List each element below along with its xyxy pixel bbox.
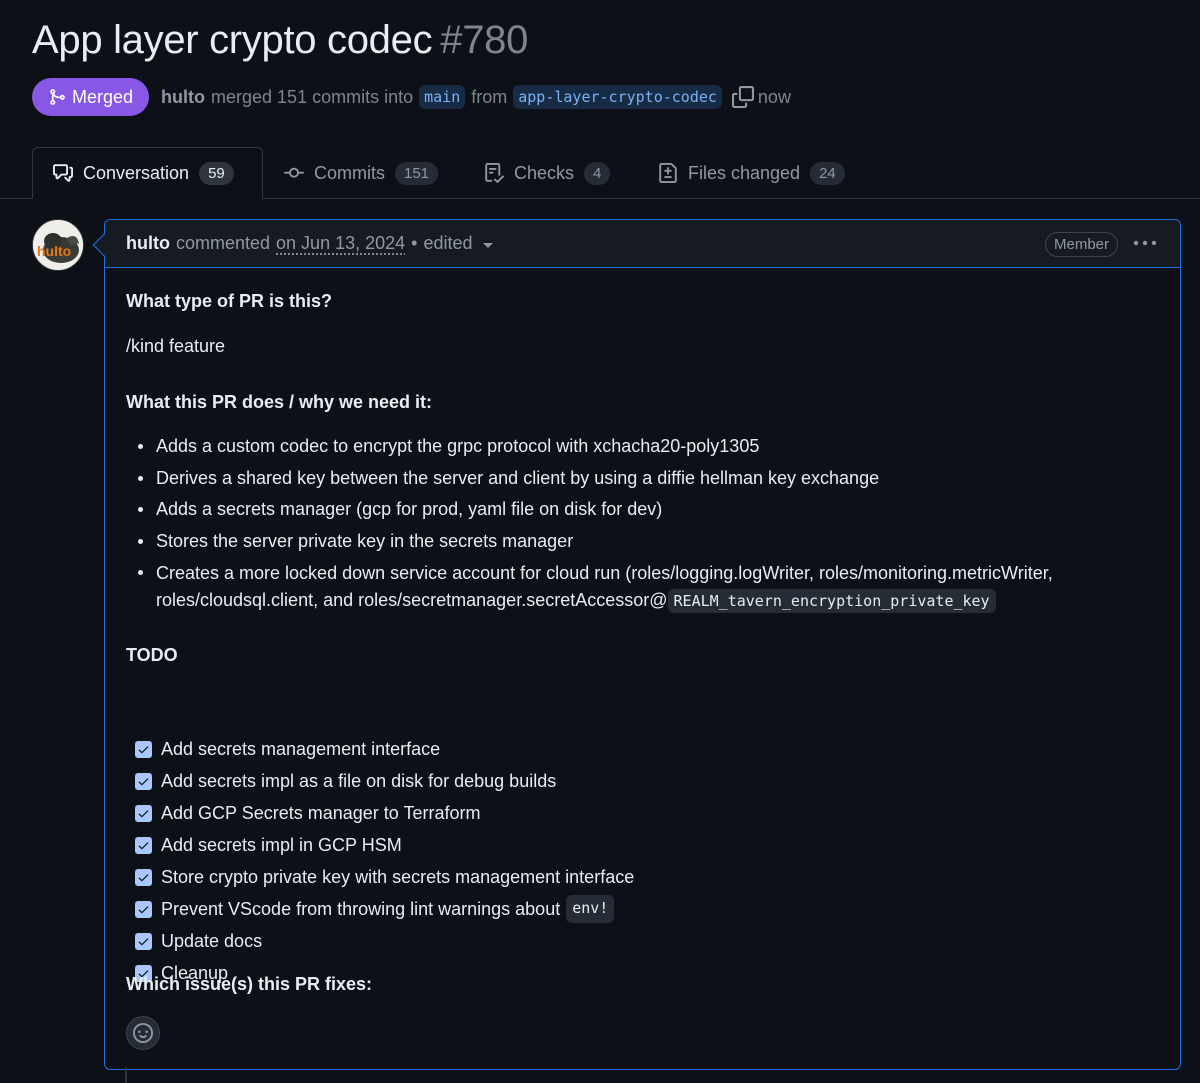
heading-issues-fixed: Which issue(s) this PR fixes: (126, 974, 373, 994)
timeline-line (125, 1067, 127, 1083)
todo-text: Prevent VScode from throwing lint warnin… (161, 898, 561, 919)
head-branch[interactable]: app-layer-crypto-codec (513, 85, 722, 109)
todo-list-items: Add secrets management interface Add sec… (126, 733, 634, 989)
git-merge-icon (50, 89, 65, 105)
tab-files-changed[interactable]: Files changed 24 (658, 147, 845, 199)
comment-box: hulto commented on Jun 13, 2024 • edited… (104, 219, 1181, 1070)
tab-files-changed-label: Files changed (688, 162, 801, 183)
smiley-icon (133, 1023, 153, 1043)
heading-todo: TODO (126, 645, 178, 665)
inline-code: env! (566, 895, 615, 923)
kind-text: /kind feature (126, 336, 226, 356)
todo-item: Add secrets impl as a file on disk for d… (126, 765, 634, 797)
task-checkbox[interactable] (135, 900, 152, 918)
todo-item: Prevent VScode from throwing lint warnin… (126, 893, 634, 925)
tab-commits[interactable]: Commits 151 (284, 147, 439, 199)
tab-files-changed-count: 24 (810, 161, 845, 185)
separator-dot: • (411, 233, 418, 253)
edited-label[interactable]: edited (423, 233, 472, 254)
tab-conversation-count: 59 (199, 161, 234, 185)
check-icon (138, 809, 149, 817)
list-item-text: roles/cloudsql.client, and roles/secretm… (156, 590, 668, 610)
todo-text: Store crypto private key with secrets ma… (161, 866, 635, 887)
task-checkbox[interactable] (135, 772, 152, 790)
todo-item: Add secrets impl in GCP HSM (126, 829, 634, 861)
list-item-text: Creates a more locked down service accou… (156, 563, 1053, 583)
pr-tabs: Conversation 59 Commits 151 Checks 4 Fil… (0, 147, 1200, 199)
todo-item: Add secrets management interface (126, 733, 634, 765)
list-item: Creates a more locked down service accou… (126, 559, 1136, 615)
inline-code: REALM_tavern_encryption_private_key (667, 589, 996, 613)
comment-author[interactable]: hulto (126, 233, 170, 254)
todo-item: Update docs (126, 925, 634, 957)
tab-checks[interactable]: Checks 4 (484, 147, 611, 199)
from-text: from (471, 86, 508, 107)
tab-checks-label: Checks (514, 162, 575, 183)
check-icon (138, 937, 149, 945)
task-checkbox[interactable] (135, 804, 152, 822)
checklist-icon (485, 163, 504, 183)
comment-discussion-icon (53, 164, 73, 182)
todo-item: Store crypto private key with secrets ma… (126, 861, 634, 893)
task-checkbox[interactable] (135, 740, 152, 758)
merged-badge: Merged (32, 78, 150, 116)
pr-title: App layer crypto codec #780 (32, 18, 528, 63)
list-item: Derives a shared key between the server … (126, 465, 1136, 497)
todo-text: Add secrets management interface (161, 738, 441, 759)
tab-conversation[interactable]: Conversation 59 (32, 147, 263, 199)
check-icon (138, 841, 149, 849)
member-badge: Member (1044, 232, 1118, 257)
todo-item: Add GCP Secrets manager to Terraform (126, 797, 634, 829)
merge-time: now (757, 86, 791, 107)
todo-text: Add secrets impl as a file on disk for d… (161, 770, 557, 791)
merged-label: Merged (72, 86, 134, 107)
check-icon (138, 745, 149, 753)
tab-checks-count: 4 (584, 161, 611, 185)
task-checkbox[interactable] (135, 932, 152, 950)
git-commit-icon (284, 167, 304, 178)
check-icon (138, 777, 149, 785)
tab-commits-label: Commits (314, 162, 385, 183)
tab-commits-count: 151 (395, 161, 439, 185)
avatar[interactable]: hulto (32, 219, 84, 271)
check-icon (138, 873, 149, 881)
todo-text: Add GCP Secrets manager to Terraform (161, 802, 481, 823)
pr-number: #780 (440, 18, 529, 62)
file-diff-icon (659, 163, 677, 183)
tab-conversation-label: Conversation (83, 162, 190, 183)
comment-verb: commented (175, 233, 271, 253)
copy-icon[interactable] (731, 86, 754, 108)
comment-header: hulto commented on Jun 13, 2024 • edited… (105, 220, 1180, 268)
task-checkbox[interactable] (135, 836, 152, 854)
heading-what-pr-does: What this PR does / why we need it: (126, 392, 433, 412)
check-icon (138, 905, 149, 913)
list-item: Adds a secrets manager (gcp for prod, ya… (126, 496, 1136, 528)
pr-meta: Merged hulto merged 151 commits into mai… (32, 78, 791, 116)
kebab-horizontal-icon[interactable] (1132, 236, 1158, 250)
avatar-label: hulto (37, 243, 71, 259)
list-item: Stores the server private key in the sec… (126, 528, 1136, 560)
feature-list: Adds a custom codec to encrypt the grpc … (126, 433, 1136, 615)
comment-date[interactable]: on Jun 13, 2024 (276, 233, 405, 254)
add-reaction-button[interactable] (126, 1016, 160, 1050)
pr-title-text: App layer crypto codec (32, 18, 433, 62)
task-checkbox[interactable] (135, 868, 152, 886)
heading-pr-type: What type of PR is this? (126, 291, 333, 311)
todo-text: Add secrets impl in GCP HSM (161, 834, 402, 855)
chevron-down-icon[interactable] (482, 242, 493, 248)
todo-text: Update docs (161, 930, 263, 951)
merge-action-text: merged 151 commits into (211, 86, 414, 107)
pr-author-link[interactable]: hulto (161, 87, 205, 108)
base-branch[interactable]: main (419, 85, 466, 109)
list-item: Adds a custom codec to encrypt the grpc … (126, 433, 1136, 465)
avatar-image: hulto (33, 220, 83, 270)
